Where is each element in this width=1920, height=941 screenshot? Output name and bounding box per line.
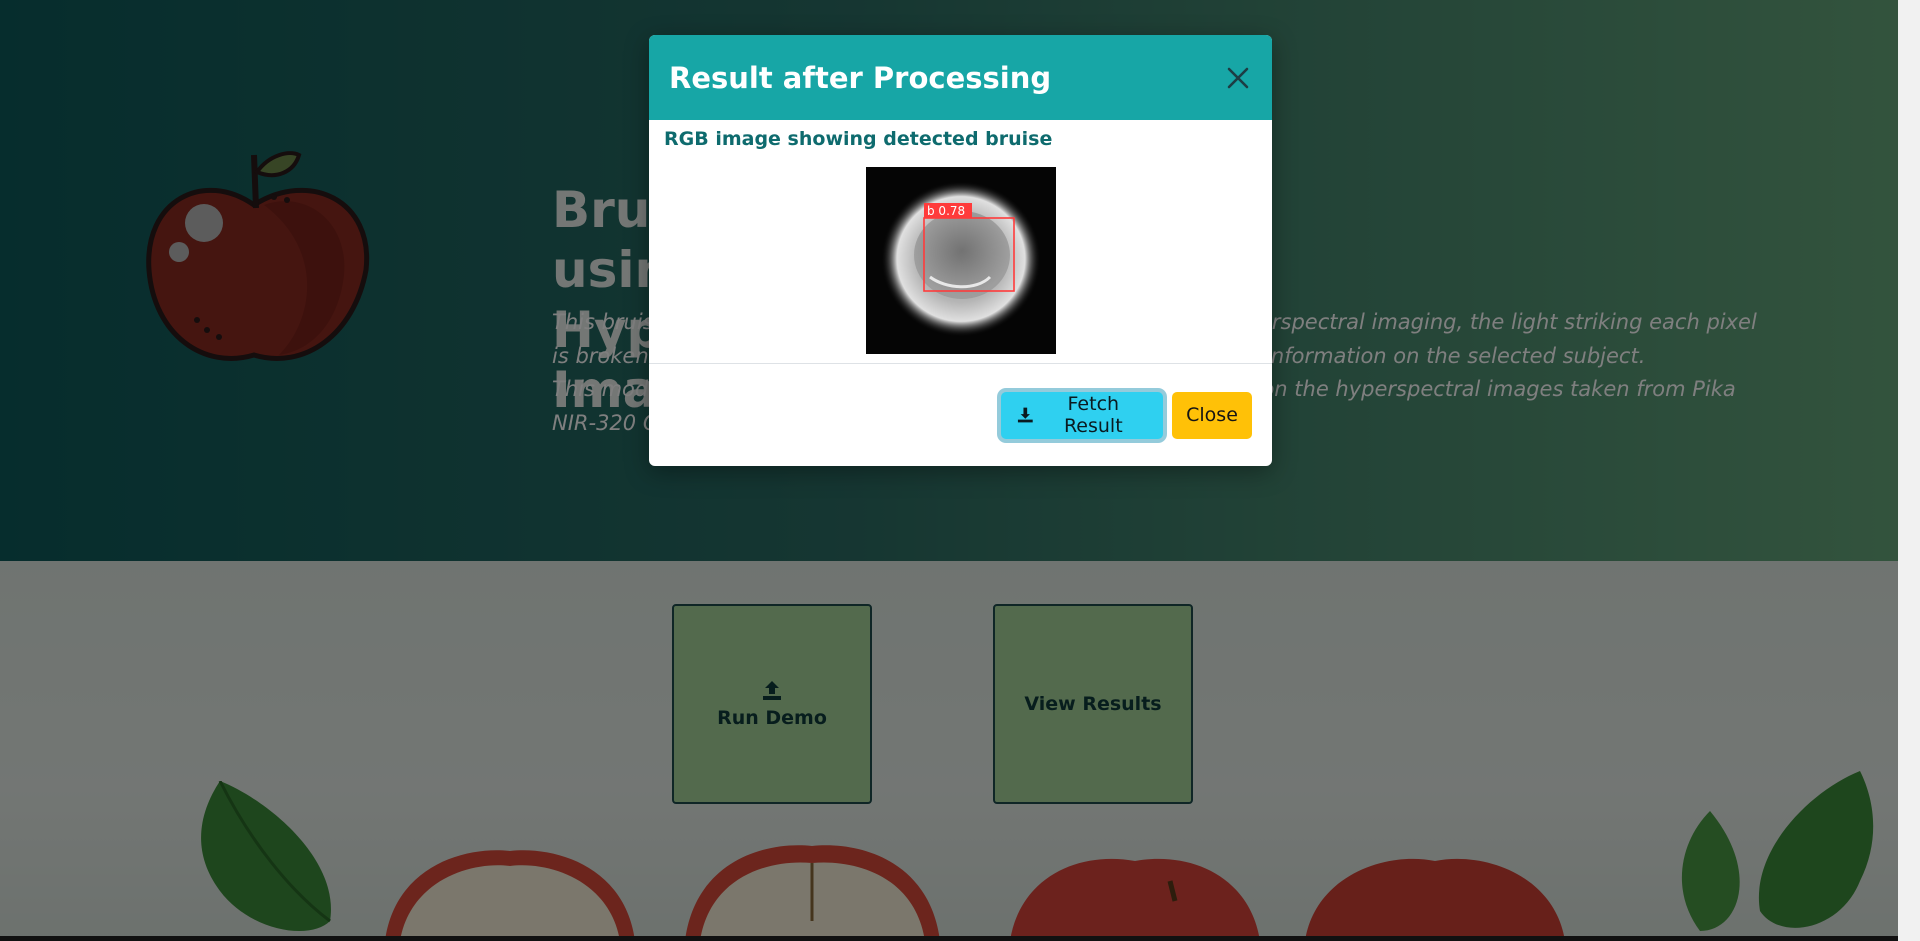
modal-header: Result after Processing: [649, 35, 1272, 120]
bottom-strip: [0, 936, 1898, 941]
result-modal: Result after Processing RGB image showin…: [649, 35, 1272, 466]
download-icon: [1017, 407, 1033, 423]
result-caption: RGB image showing detected bruise: [664, 128, 1053, 150]
bruise-detection-image: b 0.78: [865, 167, 1056, 354]
modal-body: RGB image showing detected bruise b 0.78: [649, 120, 1272, 363]
detection-label: b 0.78: [927, 204, 965, 218]
page-scrollbar[interactable]: [1898, 0, 1920, 941]
close-icon[interactable]: [1224, 64, 1252, 92]
close-button[interactable]: Close: [1172, 391, 1252, 439]
fetch-result-label: Fetch Result: [1063, 393, 1123, 437]
modal-title: Result after Processing: [669, 60, 1052, 95]
fetch-result-button[interactable]: Fetch Result: [1001, 391, 1163, 439]
modal-footer: Fetch Result Close: [649, 363, 1272, 466]
